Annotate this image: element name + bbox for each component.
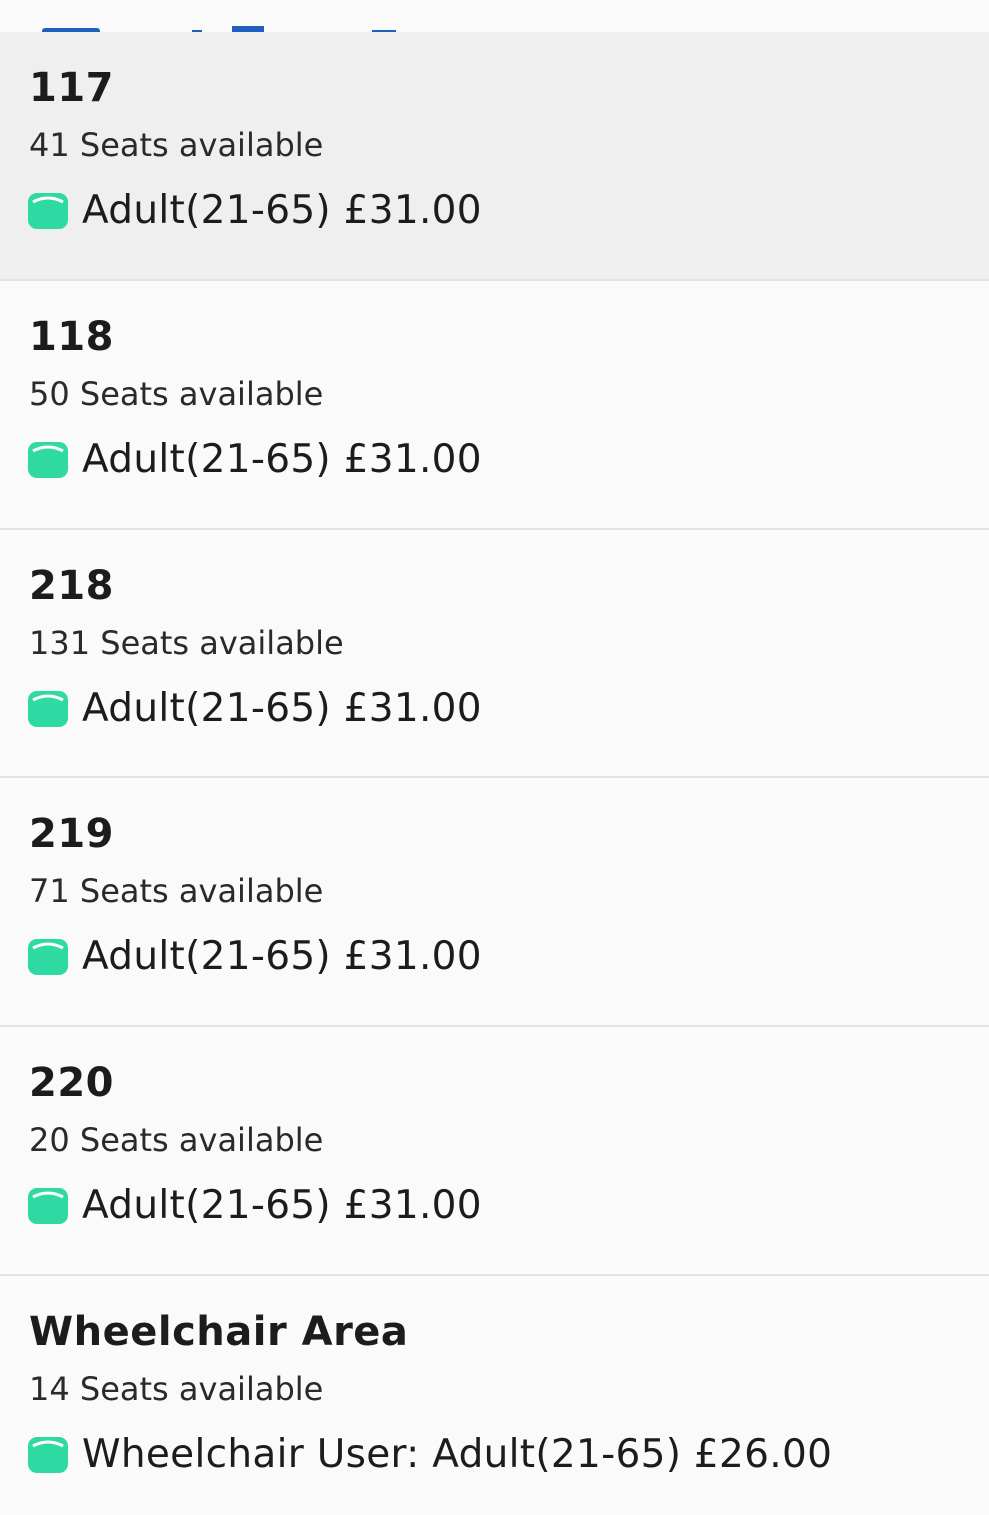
coach-list: 117 41 Seats available Adult(21-65) £31.… (0, 32, 989, 1515)
seats-available: 50 Seats available (29, 374, 324, 413)
fare-line: Adult(21-65) £31.00 (28, 189, 482, 233)
seat-icon (28, 939, 68, 976)
coach-row-wheelchair-area[interactable]: Wheelchair Area 14 Seats available Wheel… (0, 1275, 989, 1515)
fare-line: Adult(21-65) £31.00 (28, 436, 482, 482)
fare-text: Adult(21-65) £31.00 (82, 1183, 482, 1229)
fare-text: Adult(21-65) £31.00 (82, 188, 482, 233)
coach-title: 220 (29, 1060, 114, 1107)
header-logo-partial (42, 26, 396, 32)
fare-line: Adult(21-65) £31.00 (28, 1184, 482, 1228)
seat-icon (28, 690, 68, 727)
seats-available: 131 Seats available (29, 623, 344, 662)
coach-title: Wheelchair Area (29, 1308, 409, 1355)
coach-row-117[interactable]: 117 41 Seats available Adult(21-65) £31.… (0, 32, 989, 281)
coach-title: 218 (29, 562, 114, 609)
seat-icon (28, 1188, 68, 1225)
coach-title: 219 (29, 811, 114, 858)
fare-text: Adult(21-65) £31.00 (82, 436, 482, 482)
coach-row-218[interactable]: 218 131 Seats available Adult(21-65) £31… (0, 529, 989, 779)
fare-line: Wheelchair User: Adult(21-65) £26.00 (28, 1431, 833, 1477)
seats-available: 41 Seats available (29, 126, 324, 164)
coach-title: 117 (29, 65, 114, 111)
fare-text: Adult(21-65) £31.00 (82, 685, 482, 731)
coach-row-219[interactable]: 219 71 Seats available Adult(21-65) £31.… (0, 778, 989, 1028)
seat-icon (28, 441, 68, 478)
seats-available: 71 Seats available (29, 872, 324, 911)
coach-row-118[interactable]: 118 50 Seats available Adult(21-65) £31.… (0, 280, 989, 530)
seats-available: 20 Seats available (29, 1121, 324, 1160)
coach-title: 118 (29, 313, 114, 360)
seat-icon (28, 193, 68, 229)
fare-line: Adult(21-65) £31.00 (28, 685, 482, 731)
seat-icon (28, 1436, 68, 1473)
top-header-strip (0, 0, 989, 32)
fare-text: Wheelchair User: Adult(21-65) £26.00 (82, 1431, 833, 1477)
fare-text: Adult(21-65) £31.00 (82, 934, 482, 980)
fare-line: Adult(21-65) £31.00 (28, 935, 482, 979)
coach-row-220[interactable]: 220 20 Seats available Adult(21-65) £31.… (0, 1027, 989, 1276)
seats-available: 14 Seats available (29, 1369, 324, 1408)
